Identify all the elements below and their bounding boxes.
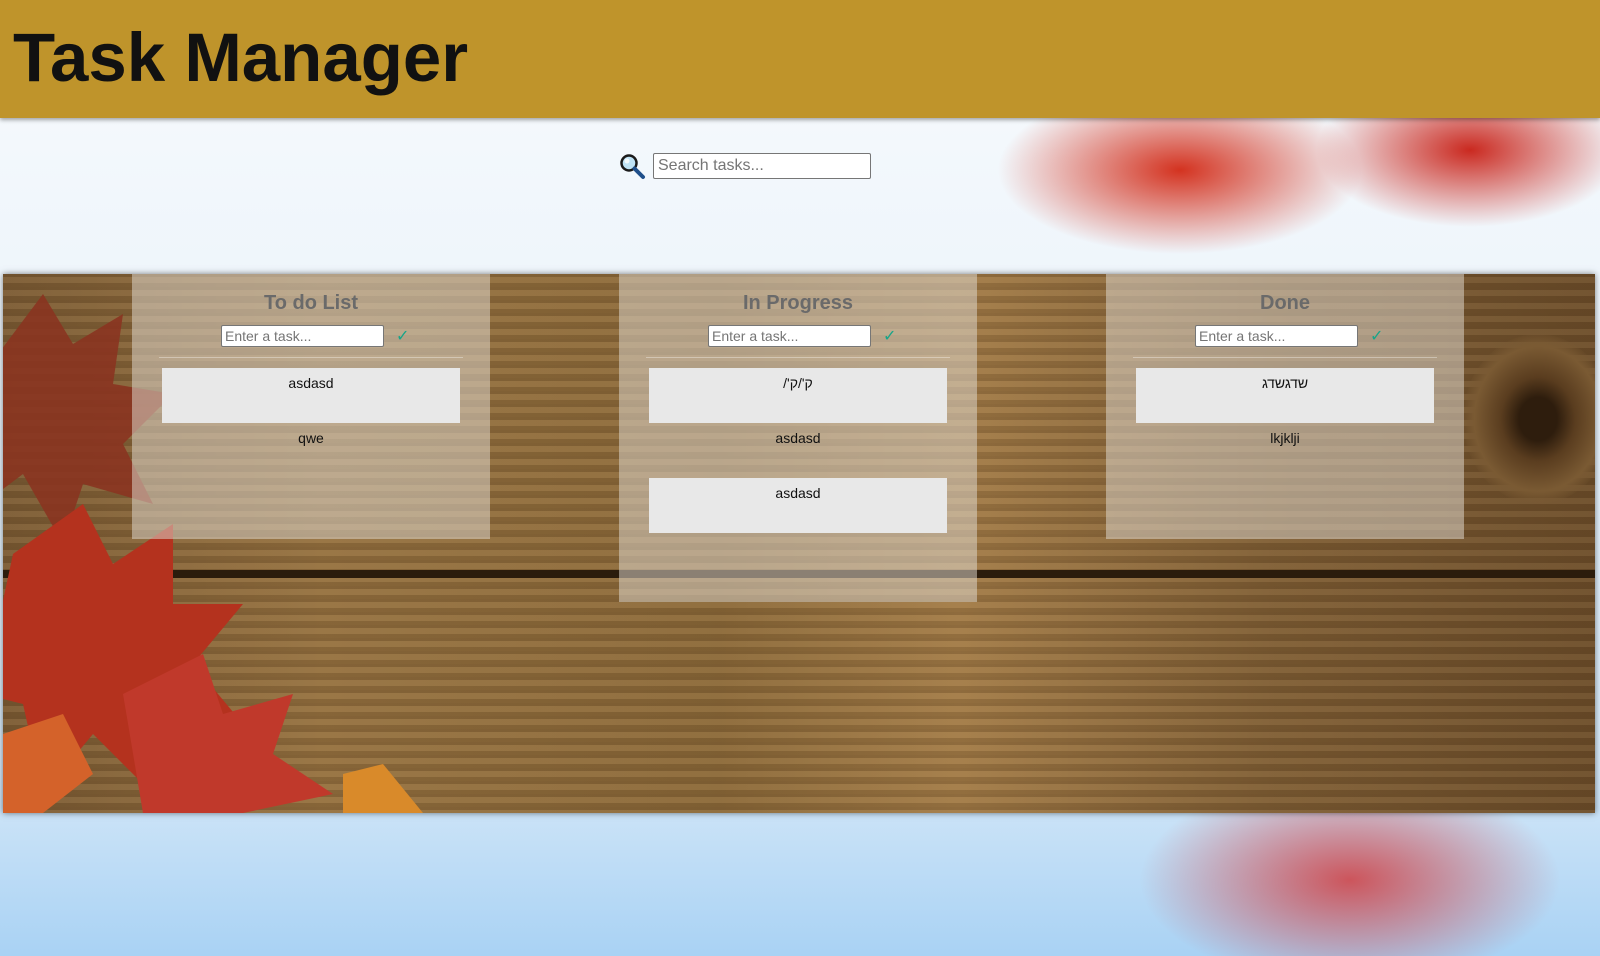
task-list: asdasd qwe bbox=[132, 358, 490, 478]
task-list: ק'/ק'/ asdasd asdasd bbox=[619, 358, 977, 533]
app-header: Task Manager bbox=[0, 0, 1600, 118]
task-card[interactable]: ק'/ק'/ bbox=[649, 368, 947, 423]
task-card[interactable]: asdasd bbox=[162, 368, 460, 423]
column-todo: To do List ✓ asdasd qwe bbox=[132, 274, 490, 539]
add-task-row: ✓ bbox=[1106, 325, 1464, 357]
add-task-row: ✓ bbox=[619, 325, 977, 357]
column-title: To do List bbox=[263, 292, 359, 314]
app-title: Task Manager bbox=[13, 19, 469, 96]
task-input[interactable] bbox=[221, 325, 384, 347]
search-icon[interactable] bbox=[618, 152, 646, 180]
task-list: שדגשדג lkjklji bbox=[1106, 358, 1464, 478]
add-task-button[interactable]: ✓ bbox=[396, 326, 409, 346]
column-done: Done ✓ שדגשדג lkjklji bbox=[1106, 274, 1464, 539]
wood-knot bbox=[1463, 334, 1595, 504]
task-card[interactable]: asdasd bbox=[649, 423, 947, 478]
search-input[interactable] bbox=[653, 153, 871, 179]
task-card[interactable]: asdasd bbox=[649, 478, 947, 533]
column-title: Done bbox=[1260, 292, 1310, 314]
column-in-progress: In Progress ✓ ק'/ק'/ asdasd asdasd bbox=[619, 274, 977, 602]
task-card[interactable]: שדגשדג bbox=[1136, 368, 1434, 423]
add-task-button[interactable]: ✓ bbox=[1370, 326, 1383, 346]
add-task-row: ✓ bbox=[132, 325, 490, 357]
task-card[interactable]: qwe bbox=[162, 423, 460, 478]
task-input[interactable] bbox=[708, 325, 871, 347]
add-task-button[interactable]: ✓ bbox=[883, 326, 896, 346]
task-input[interactable] bbox=[1195, 325, 1358, 347]
column-title: In Progress bbox=[742, 292, 854, 314]
task-card[interactable]: lkjklji bbox=[1136, 423, 1434, 478]
